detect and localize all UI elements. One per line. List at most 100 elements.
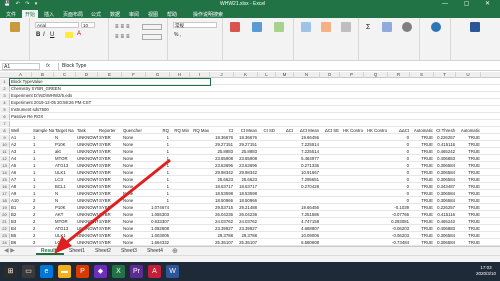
cell[interactable]: 18.50966 (210, 198, 234, 204)
currency-button[interactable]: % , (174, 32, 181, 38)
cell[interactable]: N (54, 135, 76, 141)
cell[interactable]: 24.03762 (234, 219, 258, 225)
cell[interactable] (258, 163, 276, 169)
cell[interactable]: 1 (32, 149, 54, 155)
cell[interactable]: TRUE (410, 135, 434, 141)
cell[interactable]: UNKNOWN (76, 184, 98, 190)
cell-styles-button[interactable] (272, 22, 286, 40)
cell[interactable]: TRUE (456, 219, 481, 225)
cell[interactable]: SYBR (98, 233, 122, 239)
cell[interactable] (258, 212, 276, 218)
tab-data[interactable]: 数据 (107, 10, 123, 18)
cell[interactable]: 1 (32, 184, 54, 190)
cell[interactable]: 0 (388, 142, 410, 148)
cell[interactable]: 25.8883 (210, 149, 234, 155)
row-header[interactable]: 4 (0, 100, 10, 106)
cell[interactable]: -0.06203 (388, 226, 410, 232)
tab-formulas[interactable]: 公式 (88, 10, 104, 18)
cell[interactable]: 26.04236 (210, 212, 234, 218)
row-header[interactable]: 6 (0, 114, 10, 120)
cell[interactable]: Target Na (54, 128, 76, 134)
cell[interactable] (190, 135, 210, 141)
sheet-tab-results[interactable]: Results (36, 247, 65, 255)
cell[interactable]: Reporter (98, 128, 122, 134)
cell[interactable]: None (122, 205, 146, 211)
cell[interactable]: TRUE (410, 205, 434, 211)
cell[interactable]: Automatic (456, 128, 481, 134)
cell[interactable]: TRUE (410, 149, 434, 155)
cell[interactable]: 1.003005 (146, 233, 170, 239)
tab-view[interactable]: 视图 (145, 10, 161, 18)
cell[interactable]: UNKNOWN (76, 198, 98, 204)
cell[interactable] (170, 170, 190, 176)
cell[interactable]: 18.36676 (234, 135, 258, 141)
cell[interactable]: 1 (32, 156, 54, 162)
cell[interactable]: RQ Max (190, 128, 210, 134)
cell[interactable]: None (122, 184, 146, 190)
cell[interactable]: 0 (388, 149, 410, 155)
cell[interactable]: 4.688807 (294, 226, 320, 232)
cell[interactable]: 1.074674 (146, 205, 170, 211)
cell[interactable]: 7.251586 (294, 212, 320, 218)
cell[interactable]: 0 (388, 135, 410, 141)
cell[interactable]: TRUE (410, 191, 434, 197)
name-box[interactable]: A1 (2, 63, 40, 70)
cell[interactable]: None (122, 163, 146, 169)
cell[interactable]: 1 (32, 170, 54, 176)
row-header[interactable]: 10 (0, 142, 10, 148)
column-header[interactable]: L (258, 72, 276, 78)
cell[interactable]: 18.63717 (210, 184, 234, 190)
cell[interactable] (364, 184, 388, 190)
sheet-tab-sheet4[interactable]: Sheet4 (142, 247, 168, 255)
column-header[interactable]: Q (364, 72, 388, 78)
cell[interactable] (364, 163, 388, 169)
row-header[interactable]: 12 (0, 156, 10, 162)
cell[interactable]: UNKNOWN (76, 212, 98, 218)
cell[interactable] (190, 212, 210, 218)
sheet-tab-sheet3[interactable]: Sheet3 (116, 247, 142, 255)
cell[interactable]: SYBR (98, 205, 122, 211)
cell[interactable]: UNKNOWN (76, 191, 98, 197)
cell[interactable] (320, 149, 340, 155)
cell[interactable]: 26.04236 (234, 212, 258, 218)
cell[interactable]: 0.226257 (434, 135, 456, 141)
cell[interactable]: UNKNOWN (76, 135, 98, 141)
cell[interactable] (190, 156, 210, 162)
cell[interactable] (340, 212, 364, 218)
cell[interactable]: 18.50966 (234, 198, 258, 204)
cell[interactable]: 10.09006 (294, 233, 320, 239)
cell[interactable]: A8 (10, 184, 32, 190)
cell[interactable]: UNKNOWN (76, 205, 98, 211)
cell[interactable]: 0.306584 (434, 198, 456, 204)
cell[interactable]: akt (54, 149, 76, 155)
row-header[interactable]: 20 (0, 212, 10, 218)
cell[interactable] (320, 191, 340, 197)
cell[interactable]: RQ (146, 128, 170, 134)
row-header[interactable]: 23 (0, 233, 10, 239)
cell[interactable]: SYBR (98, 156, 122, 162)
sheet-tab-sheet1[interactable]: Sheet1 (64, 247, 90, 255)
cell[interactable]: 29.27151 (210, 142, 234, 148)
cell[interactable]: HK Contro (340, 128, 364, 134)
cell[interactable] (294, 191, 320, 197)
cell[interactable]: 23.39927 (234, 226, 258, 232)
cell[interactable]: 1 (146, 156, 170, 162)
cell[interactable]: None (122, 212, 146, 218)
column-header[interactable]: K (234, 72, 258, 78)
tab-home[interactable]: 开始 (22, 10, 39, 18)
row-header[interactable]: 9 (0, 135, 10, 141)
cell[interactable]: 1 (146, 198, 170, 204)
cell[interactable] (320, 156, 340, 162)
fx-icon[interactable]: fx (46, 63, 50, 69)
cell[interactable]: BCL1 (54, 184, 76, 190)
cell[interactable]: TRUE (456, 233, 481, 239)
cell[interactable] (320, 212, 340, 218)
cell[interactable] (190, 142, 210, 148)
cell[interactable]: Ct (210, 128, 234, 134)
cell[interactable]: 24.03762 (210, 219, 234, 225)
cell[interactable]: TRUE (456, 205, 481, 211)
cell[interactable]: SYBR (98, 191, 122, 197)
cell[interactable] (170, 156, 190, 162)
row-header[interactable]: 18 (0, 198, 10, 204)
save-button[interactable] (468, 22, 482, 40)
